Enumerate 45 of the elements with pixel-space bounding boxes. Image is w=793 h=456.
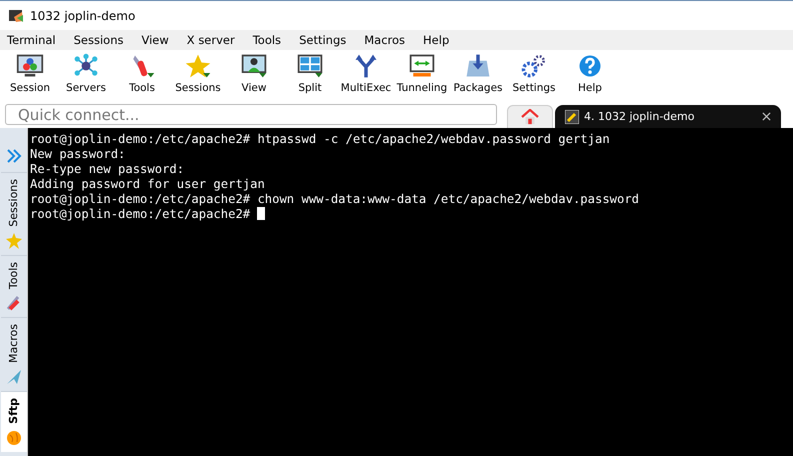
window-title: 1032 joplin-demo <box>30 8 136 22</box>
toolbar-button[interactable]: MultiExec <box>338 50 394 100</box>
toolbar-button[interactable]: Servers <box>58 50 114 100</box>
menu-item[interactable]: Help <box>423 33 450 47</box>
menu-item[interactable]: Tools <box>252 33 282 47</box>
tab-title: 4. 1032 joplin-demo <box>584 110 696 123</box>
terminal-line: New password: <box>30 147 126 162</box>
drive-download-icon <box>464 53 492 79</box>
toolbar-button[interactable]: Split <box>282 50 338 100</box>
terminal-line: root@joplin-demo:/etc/apache2# htpasswd -c /etc/apache2/webdav.password gertjan <box>30 132 611 147</box>
terminal-line: Re-type new password: <box>30 162 186 177</box>
sidebar-tab[interactable]: Sftp <box>0 390 26 452</box>
monitor-arrows-icon <box>408 53 436 79</box>
star-icon <box>184 53 212 79</box>
close-icon[interactable] <box>762 112 771 121</box>
toolbar-button[interactable]: Settings <box>506 50 562 100</box>
toolbar-button[interactable]: Help <box>562 50 618 100</box>
quick-connect-field[interactable]: Quick connect... <box>5 104 497 125</box>
expand-icon[interactable] <box>6 148 22 164</box>
menu-item[interactable]: Settings <box>299 33 346 47</box>
home-tab[interactable] <box>507 105 553 128</box>
terminal-line: root@joplin-demo:/etc/apache2# <box>30 207 793 222</box>
home-icon <box>521 109 539 125</box>
toolbar-button[interactable]: Tools <box>114 50 170 100</box>
toolbar-button[interactable]: Session <box>2 50 58 100</box>
toolbar-button[interactable]: Tunneling <box>394 50 450 100</box>
terminal-line: root@joplin-demo:/etc/apache2# chown www-data:www-data /etc/apache2/webdav.password <box>30 192 640 207</box>
settings-icon <box>520 53 548 79</box>
toolbar-button[interactable]: Sessions <box>170 50 226 100</box>
split-screen-icon <box>296 53 324 79</box>
menu-item[interactable]: X server <box>186 33 235 47</box>
terminal-line: Adding password for user gertjan <box>30 177 266 192</box>
star-icon <box>6 232 22 249</box>
app-icon <box>8 8 24 24</box>
globe-icon <box>6 430 22 446</box>
menu-item[interactable]: Sessions <box>74 33 124 47</box>
monitor-person-icon <box>240 53 268 79</box>
toolbar-button[interactable]: View <box>226 50 282 100</box>
menu-item[interactable]: Macros <box>364 33 406 47</box>
monitor-icon <box>16 53 44 79</box>
menu-item[interactable]: View <box>141 33 169 47</box>
menu-item[interactable]: Terminal <box>7 33 56 47</box>
session-tab[interactable]: 4. 1032 joplin-demo <box>555 105 781 128</box>
toolbar-button[interactable]: Packages <box>450 50 506 100</box>
terminal[interactable] <box>28 128 793 456</box>
